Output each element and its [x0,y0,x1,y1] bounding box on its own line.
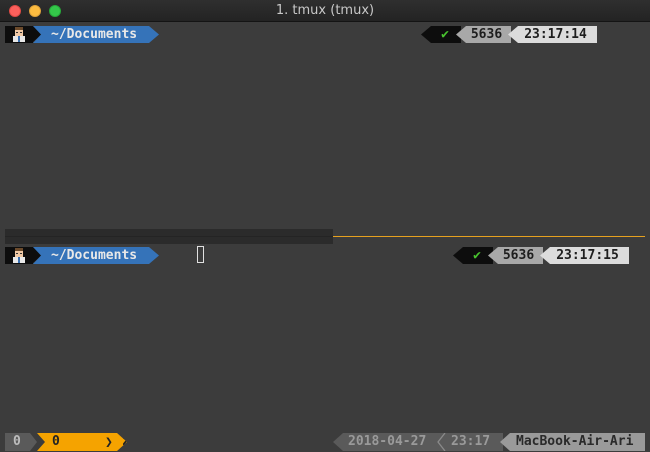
window-index: 0 [52,434,60,449]
text-cursor[interactable] [197,246,204,263]
status-hostname: MacBook-Air-Ari [500,433,645,451]
prompt-user-segment [5,26,33,43]
prompt-time: 23:17:14 [508,26,597,43]
session-name[interactable]: 0 [5,433,37,451]
window-tab-active[interactable]: 0 ❯ zsh [37,433,127,451]
window-separator: ❯ [105,435,113,450]
status-date: 2018-04-27 [333,433,443,451]
pane-border-inactive[interactable] [5,229,333,244]
prompt-directory: ~/Documents [33,247,159,264]
tmux-pane-bottom[interactable]: ~/Documents ✔ 5636 23:17:15 [0,244,650,432]
tmux-status-bar: 0 0 ❯ zsh 2018-04-27 23:17 MacBook-Air-A… [0,432,650,452]
prompt-pid: 5636 [456,26,511,43]
prompt-user-segment [5,247,33,264]
status-separator [437,433,446,451]
prompt-directory: ~/Documents [33,26,159,43]
prompt-status-segment: ✔ [421,26,461,43]
check-icon: ✔ [441,27,449,42]
window-title: 1. tmux (tmux) [275,3,375,18]
prompt-pid: 5636 [488,247,543,264]
user-avatar-icon [13,27,25,42]
prompt-status-segment: ✔ [453,247,493,264]
pane-border-active[interactable] [333,236,645,237]
tmux-pane-top[interactable]: ~/Documents ✔ 5636 23:17:14 [0,23,650,229]
window-name: zsh [122,434,146,449]
terminal-window: 1. tmux (tmux) ~/Documents ✔ 5636 23:17:… [0,0,650,452]
prompt-time: 23:17:15 [540,247,629,264]
check-icon: ✔ [473,248,481,263]
user-avatar-icon [13,248,25,263]
title-bar: 1. tmux (tmux) [0,0,650,22]
